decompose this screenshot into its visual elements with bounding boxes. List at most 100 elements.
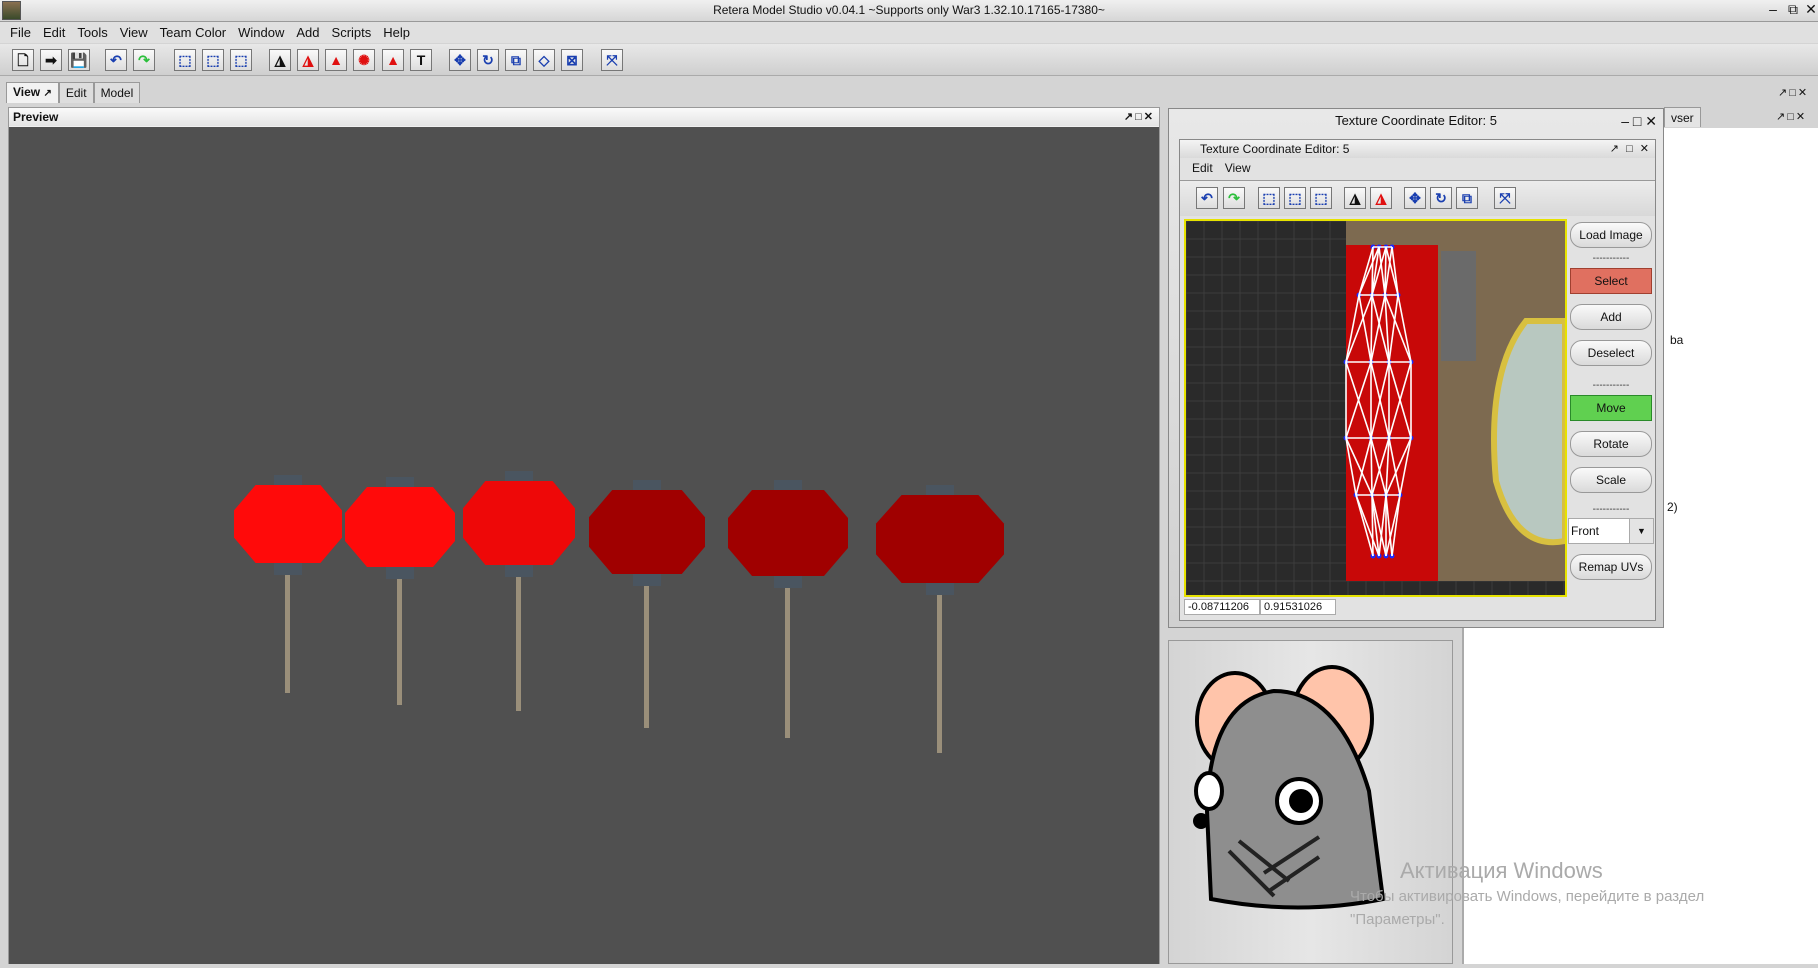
open-file-icon[interactable]: ➡	[40, 49, 62, 71]
select-add-icon[interactable]: ⬚	[202, 49, 224, 71]
app-icon	[2, 1, 21, 20]
tab-view[interactable]: View ↗	[6, 82, 59, 103]
menu-view[interactable]: View	[114, 22, 154, 43]
move-button[interactable]: Move	[1570, 395, 1652, 421]
load-image-button[interactable]: Load Image	[1570, 222, 1652, 248]
tce-menu-view[interactable]: View	[1219, 158, 1257, 178]
inner-titlebar: Texture Coordinate Editor: 5 ↗ □ ✕	[1180, 140, 1655, 158]
menu-add[interactable]: Add	[290, 22, 325, 43]
lantern-tassel	[516, 575, 521, 711]
triangle-mode-icon[interactable]: ▲	[382, 49, 404, 71]
tce-window-controls[interactable]: – □ ✕	[1621, 109, 1657, 133]
select-button[interactable]: Select	[1570, 268, 1652, 294]
minimize-button[interactable]: –	[1762, 1, 1784, 17]
select-add-icon[interactable]: ⬚	[1284, 187, 1306, 209]
move-icon[interactable]: ✥	[449, 49, 471, 71]
lantern-base	[633, 572, 661, 586]
u-coordinate: -0.08711206	[1184, 599, 1260, 615]
scale-button[interactable]: Scale	[1570, 467, 1652, 493]
inner-title: Texture Coordinate Editor: 5	[1200, 142, 1350, 156]
uv-canvas[interactable]	[1184, 219, 1567, 597]
menu-scripts[interactable]: Scripts	[326, 22, 378, 43]
lantern-tassel	[397, 577, 402, 705]
scale-icon[interactable]: ⧉	[505, 49, 527, 71]
lantern-tassel	[285, 573, 290, 693]
panel-text: ba	[1670, 333, 1684, 347]
new-file-icon[interactable]: 🗋	[12, 49, 34, 71]
lantern	[234, 475, 342, 693]
undo-icon[interactable]: ↶	[105, 49, 127, 71]
extend-icon[interactable]: ⊠	[561, 49, 583, 71]
chevron-down-icon[interactable]: ▼	[1629, 519, 1653, 543]
tab-model[interactable]: Model	[93, 82, 141, 103]
menu-help[interactable]: Help	[377, 22, 416, 43]
menu-team-color[interactable]: Team Color	[154, 22, 232, 43]
undo-icon[interactable]: ↶	[1196, 187, 1218, 209]
snap-icon[interactable]: ⤧	[601, 49, 623, 71]
snap-icon[interactable]: ⤧	[1494, 187, 1516, 209]
rotate-icon[interactable]: ↻	[1430, 187, 1452, 209]
menu-tools[interactable]: Tools	[71, 22, 113, 43]
extrude-icon[interactable]: ◇	[533, 49, 555, 71]
menu-file[interactable]: File	[4, 22, 37, 43]
face-mode-icon[interactable]: ◮	[1370, 187, 1392, 209]
main-toolbar: 🗋 ➡ 💾 ↶ ↷ ⬚ ⬚ ⬚ ◮ ◮ ▲ ✺ ▲ T ✥ ↻ ⧉ ◇ ⊠ ⤧	[0, 44, 1818, 76]
select-icon[interactable]: ⬚	[1258, 187, 1280, 209]
remap-uvs-button[interactable]: Remap UVs	[1570, 554, 1652, 580]
redo-icon[interactable]: ↷	[1223, 187, 1245, 209]
preview-controls[interactable]: ↗□✕	[1124, 110, 1155, 123]
particle-mode-icon[interactable]: ✺	[353, 49, 375, 71]
lantern-base	[774, 574, 802, 588]
lantern-scene	[234, 471, 1004, 753]
tce-titlebar[interactable]: Texture Coordinate Editor: 5 – □ ✕	[1169, 109, 1663, 133]
tce-title: Texture Coordinate Editor: 5	[1335, 113, 1497, 128]
deselect-button[interactable]: Deselect	[1570, 340, 1652, 366]
vertex-mode-icon[interactable]: ◮	[1344, 187, 1366, 209]
lantern	[589, 480, 705, 728]
coordinate-readout: -0.08711206 0.91531026	[1184, 599, 1336, 615]
select-remove-icon[interactable]: ⬚	[1310, 187, 1332, 209]
preview-title: Preview	[13, 110, 59, 124]
3d-viewport[interactable]	[9, 127, 1159, 964]
lantern-base	[386, 565, 414, 579]
rotate-icon[interactable]: ↻	[477, 49, 499, 71]
lantern	[345, 477, 455, 705]
add-button[interactable]: Add	[1570, 304, 1652, 330]
lantern-tassel	[785, 586, 790, 738]
lantern-body	[589, 490, 705, 574]
text-icon[interactable]: T	[410, 49, 432, 71]
lantern-tassel	[937, 593, 942, 753]
rotate-button[interactable]: Rotate	[1570, 431, 1652, 457]
scale-icon[interactable]: ⧉	[1456, 187, 1478, 209]
menu-edit[interactable]: Edit	[37, 22, 71, 43]
tab-edit[interactable]: Edit	[58, 82, 94, 103]
redo-icon[interactable]: ↷	[133, 49, 155, 71]
move-icon[interactable]: ✥	[1404, 187, 1426, 209]
close-button[interactable]: ✕	[1800, 1, 1818, 18]
select-remove-icon[interactable]: ⬚	[230, 49, 252, 71]
group-mode-icon[interactable]: ▲	[325, 49, 347, 71]
vertex-mode-icon[interactable]: ◮	[269, 49, 291, 71]
uv-edge	[1370, 294, 1373, 363]
separator: -----------	[1592, 504, 1630, 515]
lantern	[876, 485, 1004, 753]
browser-panel-controls[interactable]: ↗□✕	[1776, 110, 1807, 123]
lantern	[728, 480, 848, 738]
lantern	[463, 471, 575, 711]
tce-menu-edit[interactable]: Edit	[1186, 158, 1219, 178]
menu-bar: File Edit Tools View Team Color Window A…	[0, 22, 1818, 43]
uv-mesh	[1186, 221, 1565, 595]
inner-controls[interactable]: ↗ □ ✕	[1610, 140, 1651, 158]
select-icon[interactable]: ⬚	[174, 49, 196, 71]
save-icon[interactable]: 💾	[68, 49, 90, 71]
view-select[interactable]: Front ▼	[1568, 518, 1654, 544]
window-controls[interactable]: ↗□✕	[1778, 86, 1809, 99]
mascot-panel	[1168, 640, 1453, 964]
tce-internal-frame: Texture Coordinate Editor: 5 ↗ □ ✕ Edit Vi…	[1179, 139, 1656, 621]
tab-browser[interactable]: vser	[1664, 107, 1701, 127]
lantern-body	[234, 485, 342, 563]
menu-window[interactable]: Window	[232, 22, 290, 43]
pin-icon[interactable]: ↗	[43, 88, 51, 99]
lantern-body	[463, 481, 575, 565]
face-mode-icon[interactable]: ◮	[297, 49, 319, 71]
